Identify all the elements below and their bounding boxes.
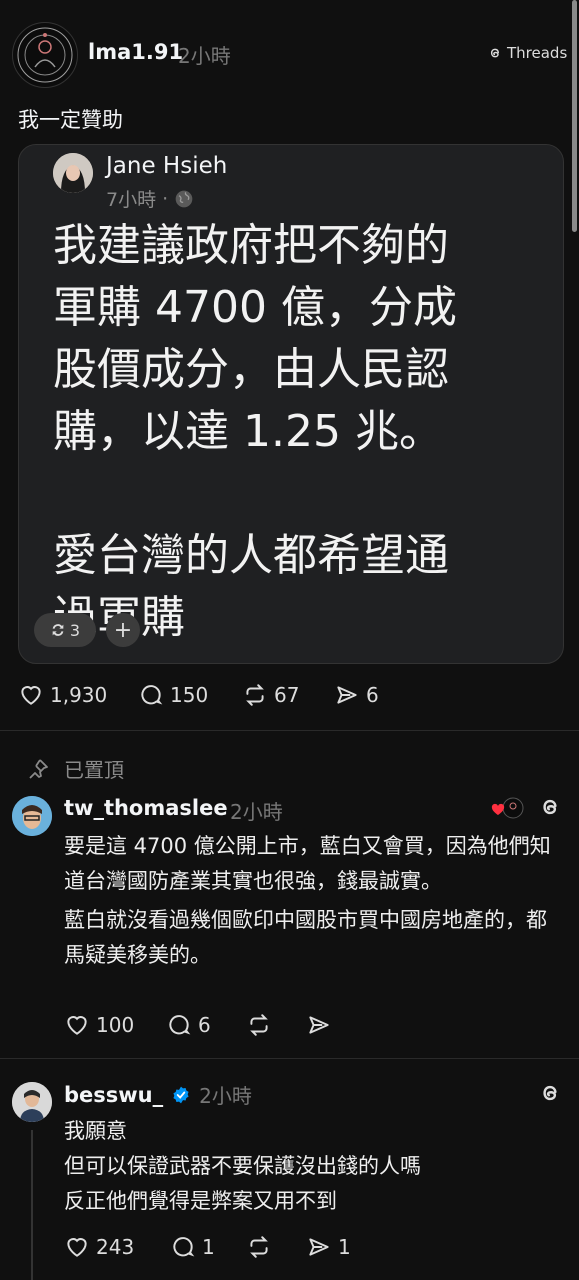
- reply-2-line: 但可以保證武器不要保護沒出錢的人嗎: [64, 1154, 421, 1178]
- section-divider: [0, 730, 579, 731]
- globe-icon: [174, 189, 194, 209]
- reply-1-like-button[interactable]: 100: [64, 1012, 134, 1038]
- heart-icon: [64, 1234, 90, 1260]
- quote-line: 購，以達 1.25 兆。: [53, 406, 443, 457]
- quote-body: 我建議政府把不夠的 軍購 4700 億，分成 股價成分，由人民認 購，以達 1.…: [53, 215, 533, 649]
- pin-icon: [26, 757, 50, 781]
- quote-time: 7小時: [106, 189, 157, 211]
- comment-icon: [138, 682, 164, 708]
- comment-icon: [170, 1234, 196, 1260]
- reply-2-line: 我願意: [64, 1119, 127, 1143]
- repost-icon: [246, 1234, 272, 1260]
- pinned-indicator: 已置頂: [26, 754, 124, 783]
- quote-line: 我建議政府把不夠的: [53, 220, 449, 271]
- quote-line: 股價成分，由人民認: [53, 344, 449, 395]
- verified-badge-icon: [171, 1085, 191, 1105]
- comment-button[interactable]: 150: [138, 682, 208, 708]
- threads-label: Threads: [507, 44, 568, 62]
- avatar-reply-2[interactable]: [12, 1082, 52, 1122]
- post-username[interactable]: lma1.91: [88, 40, 183, 64]
- quote-add-button[interactable]: +: [106, 613, 140, 647]
- scrollbar[interactable]: [572, 0, 577, 232]
- reply-1-time: 2小時: [230, 800, 283, 824]
- quote-line: [53, 463, 533, 525]
- reply-2-time: 2小時: [199, 1084, 252, 1108]
- add-label: +: [113, 617, 133, 643]
- quote-author[interactable]: Jane Hsieh: [106, 153, 227, 179]
- send-icon: [306, 1012, 332, 1038]
- share-count: 6: [366, 683, 379, 707]
- reply-1-username[interactable]: tw_thomaslee: [64, 796, 228, 820]
- thread-connector-line: [31, 1130, 33, 1280]
- reply-1-paragraph: 藍白就沒看過幾個歐印中國股市買中國房地產的，都馬疑美移美的。: [64, 908, 547, 967]
- heart-icon: [18, 682, 44, 708]
- reply-1-repost-button[interactable]: [246, 1012, 272, 1038]
- quote-line: 軍購 4700 億，分成: [53, 282, 457, 333]
- quote-dot: ·: [162, 187, 169, 210]
- quote-repost-pill[interactable]: 3: [34, 613, 96, 647]
- threads-icon: [487, 45, 503, 61]
- quote-line: 愛台灣的人都希望通: [53, 530, 449, 581]
- post-time: 2小時: [178, 44, 231, 68]
- reply-2-line: 反正他們覺得是弊案又用不到: [64, 1189, 337, 1213]
- reply-2-comment-button[interactable]: 1: [170, 1234, 215, 1260]
- threads-icon[interactable]: [537, 794, 563, 820]
- pinned-label: 已置頂: [64, 758, 124, 782]
- avatar-quote-author[interactable]: [53, 153, 93, 193]
- repost-icon: [246, 1012, 272, 1038]
- send-icon: [306, 1234, 332, 1260]
- reply-2-header: besswu_ 2小時: [64, 1080, 252, 1109]
- repost-icon: [50, 622, 66, 638]
- share-button[interactable]: 6: [334, 682, 379, 708]
- reply-2-share-count: 1: [338, 1235, 351, 1259]
- send-icon: [334, 682, 360, 708]
- reply-2-like-button[interactable]: 243: [64, 1234, 134, 1260]
- threads-icon[interactable]: [537, 1080, 563, 1106]
- reply-1-comment-button[interactable]: 6: [166, 1012, 211, 1038]
- repost-count: 67: [274, 683, 300, 707]
- quote-meta: 7小時 ·: [106, 185, 194, 212]
- reply-divider: [0, 1058, 579, 1059]
- reply-2-comment-count: 1: [202, 1235, 215, 1259]
- reply-2-like-count: 243: [96, 1235, 135, 1259]
- reply-1-text: 要是這 4700 億公開上市，藍白又會買，因為他們知道台灣國防產業其實也很強，錢…: [64, 829, 556, 973]
- repost-icon: [242, 682, 268, 708]
- avatar-main[interactable]: [12, 22, 78, 88]
- quote-repost-count: 3: [69, 620, 81, 640]
- heart-icon: [64, 1012, 90, 1038]
- post-text: 我一定贊助: [18, 108, 123, 132]
- reply-2-text: 我願意 但可以保證武器不要保護沒出錢的人嗎 反正他們覺得是弊案又用不到: [64, 1114, 556, 1219]
- liked-by-author-icon: [491, 796, 527, 822]
- comment-icon: [166, 1012, 192, 1038]
- reply-2-share-button[interactable]: 1: [306, 1234, 351, 1260]
- reply-2-username[interactable]: besswu_: [64, 1083, 163, 1107]
- threads-brand[interactable]: Threads: [487, 44, 567, 62]
- like-button[interactable]: 1,930: [18, 682, 107, 708]
- quoted-post-card[interactable]: Jane Hsieh 7小時 · 我建議政府把不夠的 軍購 4700 億，分成 …: [18, 144, 564, 664]
- reply-1-like-count: 100: [96, 1013, 135, 1037]
- reply-2-repost-button[interactable]: [246, 1234, 272, 1260]
- reply-1-paragraph: 要是這 4700 億公開上市，藍白又會買，因為他們知道台灣國防產業其實也很強，錢…: [64, 834, 551, 893]
- repost-button[interactable]: 67: [242, 682, 299, 708]
- like-count: 1,930: [50, 683, 108, 707]
- reply-1-comment-count: 6: [198, 1013, 211, 1037]
- avatar-reply-1[interactable]: [12, 796, 52, 836]
- comment-count: 150: [170, 683, 209, 707]
- reply-1-share-button[interactable]: [306, 1012, 332, 1038]
